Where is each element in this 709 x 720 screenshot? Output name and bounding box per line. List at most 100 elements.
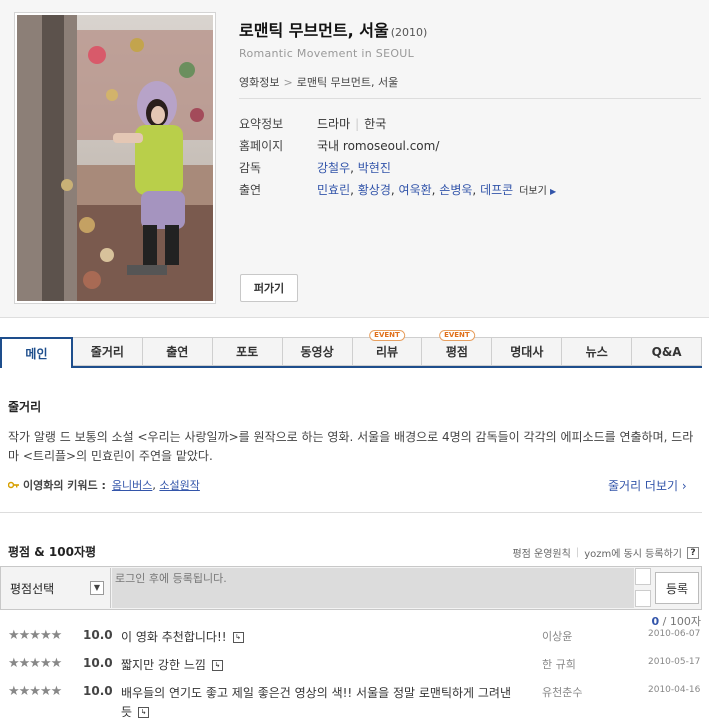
- keyword-link[interactable]: 옴니버스: [112, 477, 152, 493]
- tab-label: 메인: [25, 347, 48, 361]
- tab-cast[interactable]: 출연: [142, 337, 213, 366]
- cast-label: 출연: [239, 182, 262, 197]
- breadcrumb-separator: >: [283, 76, 293, 89]
- cast-link[interactable]: 민효린: [317, 183, 350, 197]
- cast-link[interactable]: 데프콘: [480, 183, 513, 197]
- event-badge: EVENT: [369, 330, 405, 341]
- review-score: 10.0: [83, 656, 113, 670]
- header-divider: [239, 98, 701, 99]
- review-user[interactable]: 한 규희: [542, 656, 576, 672]
- share-icon[interactable]: ↳: [211, 660, 223, 671]
- homepage-link[interactable]: romoseoul.com/: [343, 139, 439, 153]
- country: 한국: [364, 116, 387, 131]
- plot-more-link[interactable]: 줄거리 더보기 ›: [608, 477, 687, 494]
- tab-quotes[interactable]: 명대사: [492, 337, 563, 366]
- tab-label: 줄거리: [90, 345, 124, 359]
- share-icon[interactable]: ↳: [232, 632, 244, 643]
- info-row-cast: 출연 민효린, 황상경, 여욱환, 손병욱, 데프콘 더보기 ▶: [239, 178, 556, 200]
- tab-label: 동영상: [300, 345, 334, 359]
- tab-rating[interactable]: EVENT 평점: [422, 330, 493, 366]
- cast-link[interactable]: 여욱환: [399, 183, 432, 197]
- review-text: 배우들의 연기도 좋고 제일 좋은건 영상의 색!! 서울을 정말 로맨틱하게 …: [121, 684, 521, 720]
- rating-select[interactable]: 평점선택 ▼: [2, 568, 111, 608]
- keywords: 이영화의 키워드 : 옴니버스, 소설원작: [8, 477, 200, 493]
- tab-video[interactable]: 동영상: [282, 337, 353, 366]
- review-user[interactable]: 유천춘수: [542, 684, 582, 700]
- review-date: 2010-04-16: [648, 685, 701, 695]
- review-score: 10.0: [83, 684, 113, 698]
- tab-label: 리뷰: [375, 345, 399, 359]
- poster-image: [17, 15, 213, 301]
- char-count-max: / 100자: [662, 615, 701, 628]
- section-divider: [0, 512, 702, 513]
- review-text: 이 영화 추천합니다!! ↳: [121, 628, 521, 647]
- option-checkbox[interactable]: [635, 568, 651, 585]
- review-score: 10.0: [83, 628, 113, 642]
- scrap-button[interactable]: 퍼가기: [240, 274, 298, 302]
- link-separator: |: [575, 547, 580, 558]
- tab-news[interactable]: 뉴스: [562, 337, 633, 366]
- tab-review[interactable]: EVENT 리뷰: [352, 330, 423, 366]
- char-count: 0 / 100자: [652, 613, 701, 629]
- policy-link[interactable]: 평점 운영원칙: [512, 545, 570, 560]
- homepage-prefix: 국내: [317, 138, 340, 153]
- option-checkbox[interactable]: [635, 590, 651, 607]
- rating-select-label: 평점선택: [10, 581, 55, 596]
- review-date: 2010-05-17: [648, 657, 701, 667]
- star-rating: ★★★★★: [8, 628, 62, 643]
- info-row-homepage: 홈페이지 국내 romoseoul.com/: [239, 134, 556, 156]
- tab-photo[interactable]: 포토: [212, 337, 283, 366]
- tab-plot[interactable]: 줄거리: [72, 337, 143, 366]
- movie-info: 요약정보 드라마 | 한국 홈페이지 국내 romoseoul.com/ 감독 강철…: [239, 112, 556, 200]
- star-rating: ★★★★★: [8, 656, 62, 671]
- keyword-label: 이영화의 키워드 :: [23, 479, 106, 492]
- review-input[interactable]: 로그인 후에 등록됩니다.: [112, 568, 634, 608]
- tab-label: 평점: [445, 345, 468, 359]
- movie-poster[interactable]: [14, 12, 216, 304]
- movie-year: (2010): [390, 26, 428, 39]
- movie-title: 로맨틱 무브먼트, 서울 (2010): [239, 17, 427, 41]
- tab-label: 뉴스: [585, 345, 608, 359]
- tab-label: 명대사: [510, 345, 544, 359]
- cast-more-label: 더보기: [519, 185, 547, 197]
- yozm-link[interactable]: yozm에 동시 등록하기: [584, 545, 682, 560]
- director-link[interactable]: 강철우: [317, 161, 350, 175]
- homepage-label: 홈페이지: [239, 138, 284, 153]
- review-text-content: 짧지만 강한 느낌: [121, 658, 206, 672]
- title-area: 로맨틱 무브먼트, 서울 (2010) Romantic Movement in …: [239, 17, 427, 60]
- info-row-director: 감독 강철우, 박현진: [239, 156, 556, 178]
- review-form: 평점선택 ▼ 로그인 후에 등록됩니다. 등록: [0, 566, 702, 610]
- tab-label: 포토: [236, 345, 259, 359]
- cast-link[interactable]: 황상경: [358, 183, 391, 197]
- share-icon[interactable]: ↳: [138, 707, 150, 718]
- chevron-down-icon[interactable]: ▼: [90, 581, 104, 595]
- synopsis-text: 작가 알랭 드 보통의 소설 <우리는 사랑일까>를 원작으로 하는 영화. 서…: [8, 430, 694, 463]
- tab-main[interactable]: 메인: [0, 337, 73, 368]
- cast-more-link[interactable]: 더보기 ▶: [519, 186, 556, 197]
- director-link[interactable]: 박현진: [358, 161, 391, 175]
- breadcrumb-current: 로맨틱 무브먼트, 서울: [296, 76, 399, 89]
- cast-value: 민효린, 황상경, 여욱환, 손병욱, 데프콘 더보기 ▶: [317, 182, 557, 197]
- movie-title-text: 로맨틱 무브먼트, 서울: [239, 21, 389, 40]
- synopsis-title: 줄거리: [8, 400, 42, 414]
- review-text: 짧지만 강한 느낌 ↳: [121, 656, 521, 675]
- submit-button[interactable]: 등록: [655, 572, 699, 604]
- genre: 드라마: [317, 116, 351, 131]
- review-user[interactable]: 이상윤: [542, 628, 572, 644]
- keyword-link[interactable]: 소설원작: [159, 477, 199, 493]
- info-row-summary: 요약정보 드라마 | 한국: [239, 112, 556, 134]
- cast-link[interactable]: 손병욱: [439, 183, 472, 197]
- breadcrumb: 영화정보 > 로맨틱 무브먼트, 서울: [239, 74, 398, 90]
- movie-header: 로맨틱 무브먼트, 서울 (2010) Romantic Movement in …: [0, 0, 709, 318]
- event-badge: EVENT: [439, 330, 475, 341]
- director-value: 강철우, 박현진: [317, 160, 391, 175]
- tab-qna[interactable]: Q&A: [632, 337, 703, 366]
- homepage-value: 국내 romoseoul.com/: [317, 137, 439, 154]
- summary-value: 드라마 | 한국: [317, 115, 386, 132]
- breadcrumb-movie-info[interactable]: 영화정보: [239, 76, 279, 89]
- plot-more-label: 줄거리 더보기: [608, 479, 679, 493]
- keyword-separator: ,: [152, 478, 160, 492]
- star-rating: ★★★★★: [8, 684, 62, 699]
- tab-label: Q&A: [651, 344, 682, 359]
- help-icon[interactable]: ?: [687, 546, 699, 559]
